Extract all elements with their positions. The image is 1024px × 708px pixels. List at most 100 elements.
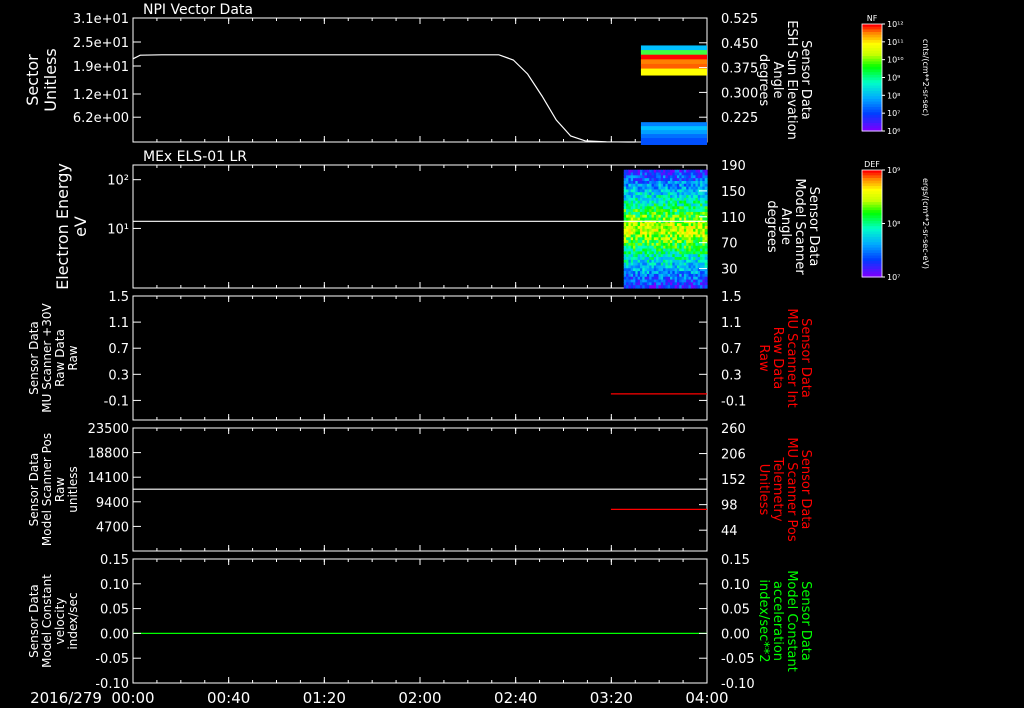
y2-axis-label: ESH Sun Elevation <box>784 20 799 140</box>
y-axis-label: Model Scanner Pos <box>40 433 54 546</box>
y2-axis-label: Model Scanner <box>792 178 807 275</box>
y2-axis-label: Raw Data <box>770 327 785 390</box>
y-tick-label: 9400 <box>96 496 129 511</box>
y2-axis-label: degrees <box>756 54 771 107</box>
colorbar-label: DEF <box>864 160 880 169</box>
y2-axis-label: degrees <box>764 200 779 253</box>
y2-tick-label: 152 <box>721 473 746 488</box>
x-tick-label: 00:40 <box>207 689 250 707</box>
y-axis-label: Raw <box>53 477 67 502</box>
colorbar-tick-label: 10¹² <box>887 20 904 29</box>
colorbar-unit: ergs/(cm**2-sr-sec-eV) <box>921 178 930 269</box>
colorbar-tick-label: 10⁹ <box>887 166 900 175</box>
y2-tick-label: 0.300 <box>721 86 758 101</box>
y-axis-label: Raw Data <box>53 329 67 387</box>
y2-tick-label: 260 <box>721 422 746 437</box>
y-tick-label: 0.15 <box>100 553 129 568</box>
y-axis-label: Sensor Data <box>27 453 41 527</box>
y-tick-label: 23500 <box>88 422 129 437</box>
y2-tick-label: 0.7 <box>721 342 742 357</box>
y2-tick-label: 110 <box>721 211 746 226</box>
colorbar-tick-label: 10⁶ <box>887 127 900 136</box>
panel-2-frame <box>132 164 708 289</box>
date-label: 2016/279 <box>30 689 102 707</box>
y-tick-label: -0.05 <box>95 652 129 667</box>
y2-axis-label: acceleration <box>770 581 785 661</box>
y2-tick-label: 206 <box>721 448 746 463</box>
y2-axis-label: Angle <box>770 62 785 99</box>
y-axis-label: index/sec <box>66 592 80 649</box>
y2-tick-label: 0.05 <box>721 603 750 618</box>
plot-canvas: 3.1e+01 2.5e+01 1.9e+01 1.2e+01 6.2e+00 0.525… <box>23 2 930 707</box>
y-tick-label: 0.05 <box>100 603 129 618</box>
y2-tick-label: 44 <box>721 524 738 539</box>
y2-axis-label: Raw <box>756 344 771 372</box>
y2-tick-label: 30 <box>721 263 738 278</box>
y-axis-label: Sensor Data <box>27 584 41 658</box>
y-axis-label: Electron Energy <box>53 163 72 290</box>
y2-axis-label: index/sec**2 <box>756 579 771 662</box>
y2-tick-label: 190 <box>721 159 746 174</box>
x-tick-label: 04:00 <box>685 689 728 707</box>
y-tick-label: 2.5e+01 <box>73 36 129 51</box>
colorbar-tick-label: 10⁸ <box>887 220 900 229</box>
y-tick-label: 1.9e+01 <box>73 60 129 75</box>
y2-tick-label: 0.00 <box>721 627 750 642</box>
y-axis-label: eV <box>71 216 90 237</box>
y-axis-label: unitless <box>66 466 80 512</box>
y2-tick-label: 0.525 <box>721 12 758 27</box>
y-tick-label: 14100 <box>88 471 129 486</box>
y2-axis-label: Sensor Data <box>798 581 813 661</box>
series-line <box>132 54 636 143</box>
y2-axis-label: Sensor Data <box>806 187 821 267</box>
y2-tick-label: 70 <box>721 237 738 252</box>
colorbar-tick-label: 10¹¹ <box>887 38 904 47</box>
y2-tick-label: 0.10 <box>721 578 750 593</box>
y2-axis-label: Sensor Data <box>798 318 813 398</box>
y2-axis-label: Model Constant <box>784 570 799 672</box>
y2-tick-label: 0.375 <box>721 62 758 77</box>
y2-axis-label: MU Scanner Int <box>784 308 799 407</box>
colorbar-tick-label: 10⁷ <box>887 109 900 118</box>
y2-tick-label: 0.450 <box>721 37 758 52</box>
x-tick-label: 03:20 <box>590 689 633 707</box>
y2-axis-label: Sensor Data <box>798 40 813 120</box>
panel-1-frame <box>132 17 708 143</box>
y-tick-label: 10¹ <box>107 222 129 237</box>
y2-tick-label: 0.3 <box>721 368 742 383</box>
y2-tick-label: -0.05 <box>721 652 755 667</box>
heatmap-cell <box>704 285 708 289</box>
y2-axis-label: Angle <box>778 208 793 245</box>
heatmap-cell <box>640 138 707 145</box>
y-tick-label: 0.10 <box>100 578 129 593</box>
panel-5-frame <box>132 558 708 684</box>
y2-tick-label: -0.1 <box>721 394 746 409</box>
x-tick-label: 01:20 <box>303 689 346 707</box>
y2-tick-label: 0.225 <box>721 111 758 126</box>
y-axis-label: Unitless <box>41 48 60 112</box>
colorbar-tick-label: 10⁹ <box>887 74 900 83</box>
x-tick-label: 02:40 <box>494 689 537 707</box>
heatmap-cell <box>640 68 707 76</box>
y-tick-label: 1.2e+01 <box>73 88 129 103</box>
y2-tick-label: 1.5 <box>721 290 742 305</box>
y2-axis-label: MU Scanner Pos <box>784 437 799 542</box>
y2-axis-label: Unitless <box>756 464 771 516</box>
y-tick-label: 6.2e+00 <box>73 111 129 126</box>
y-tick-label: 4700 <box>96 520 129 535</box>
y-tick-label: 18800 <box>88 447 129 462</box>
y-tick-label: 0.00 <box>100 627 129 642</box>
y2-tick-label: 150 <box>721 185 746 200</box>
y-axis-label: Sensor Data <box>27 321 41 395</box>
panel-3-frame <box>132 295 708 421</box>
y-axis-label: MU Scanner +30V <box>40 303 54 413</box>
colorbar-tick-label: 10⁷ <box>887 273 900 282</box>
y2-tick-label: 98 <box>721 499 738 514</box>
y-tick-label: 1.5 <box>108 290 129 305</box>
panel-2-title: MEx ELS-01 LR <box>143 149 247 165</box>
x-tick-label: 02:00 <box>398 689 441 707</box>
y-tick-label: 0.3 <box>108 368 129 383</box>
y2-tick-label: 1.1 <box>721 316 742 331</box>
y-axis-label: Model Constant <box>40 574 54 668</box>
y-tick-label: 3.1e+01 <box>73 12 129 27</box>
